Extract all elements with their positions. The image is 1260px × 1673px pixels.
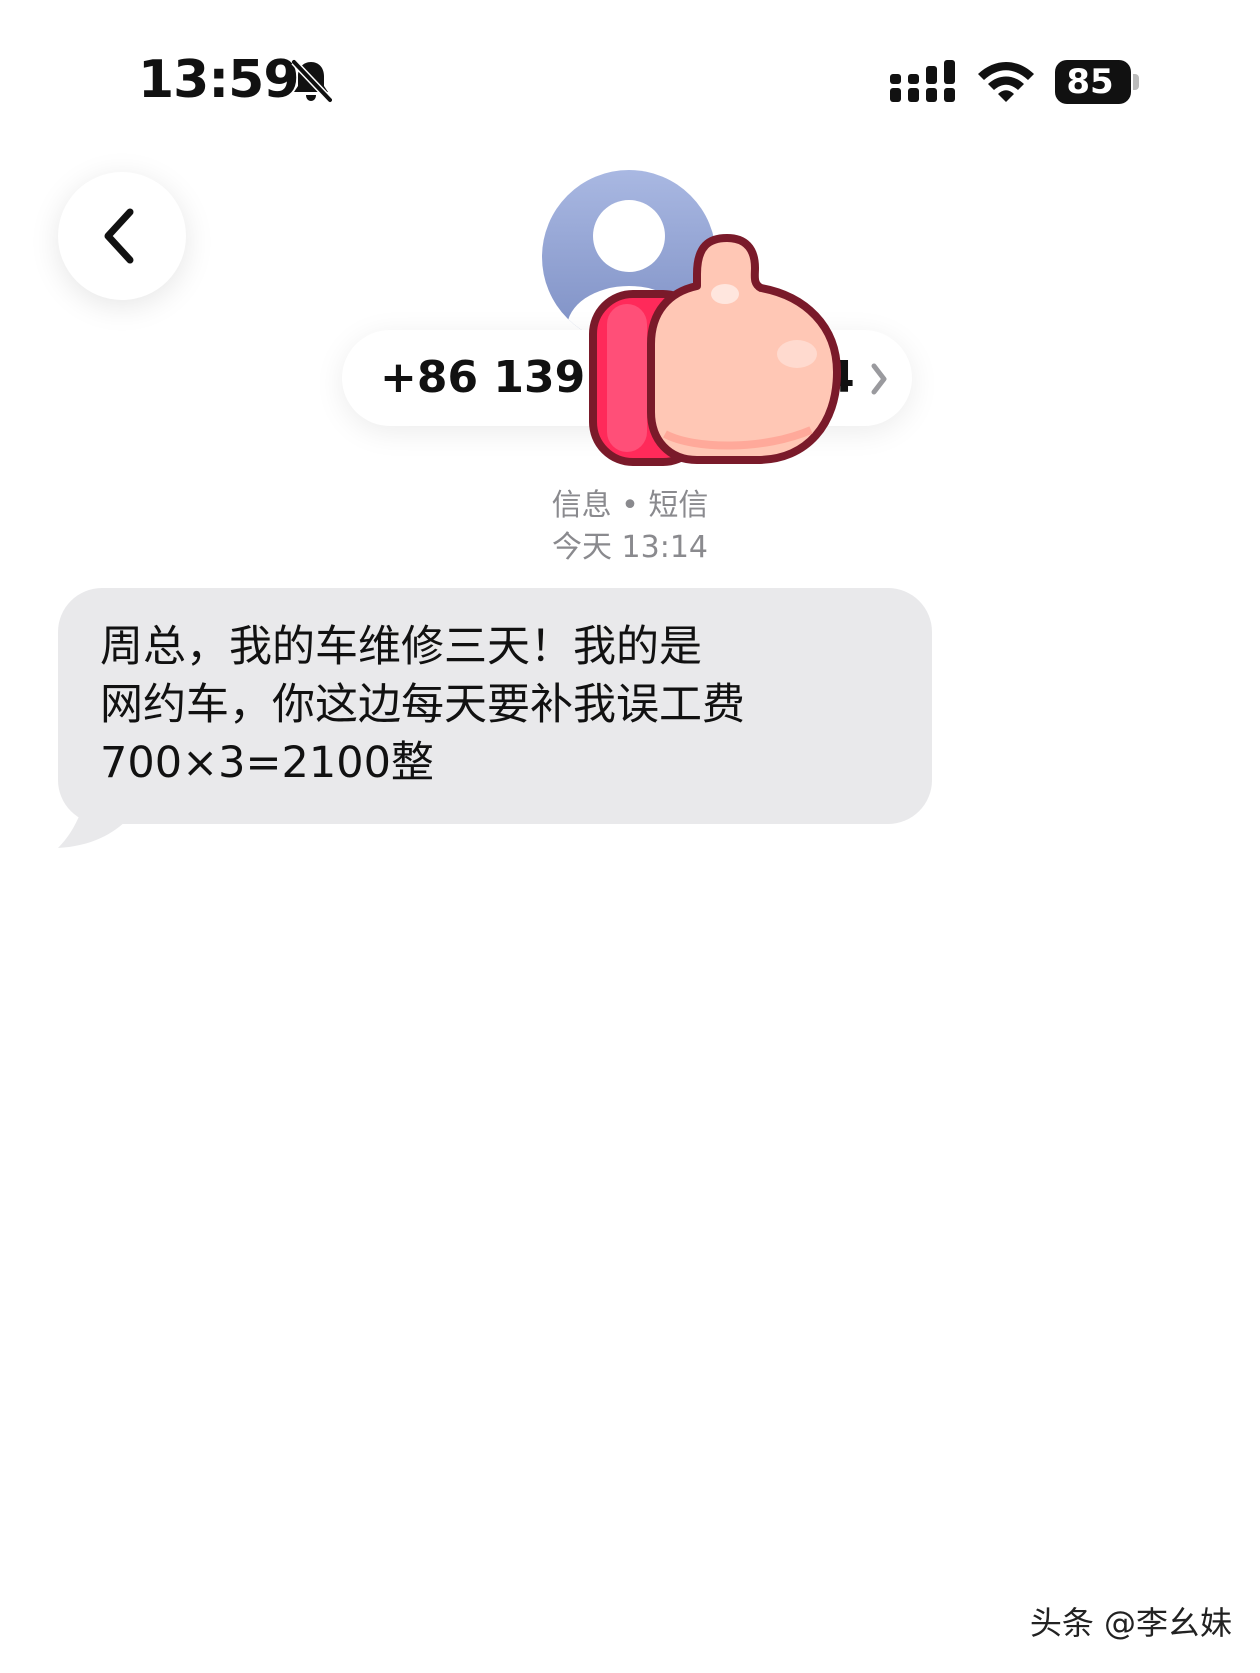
battery-cap — [1133, 74, 1139, 90]
chevron-right-icon — [871, 363, 887, 395]
cellular-signal-icon — [890, 60, 955, 102]
message-bubble-incoming[interactable]: 周总，我的车维修三天！我的是 网约车，你这边每天要补我误工费 700×3=210… — [58, 588, 932, 824]
battery-indicator: 85 — [1055, 60, 1139, 104]
messages-screen: 13:59 85 +86 139 信息 • 短信 今天 13:14 周总，我的车… — [0, 0, 1260, 1673]
contact-number: +86 139 — [380, 352, 586, 403]
chevron-left-icon — [104, 208, 134, 264]
status-time: 13:59 — [138, 50, 300, 110]
back-button[interactable] — [58, 172, 186, 300]
watermark: 头条 @李幺妹 — [1029, 1604, 1232, 1642]
battery-level: 85 — [1066, 62, 1114, 102]
conversation-channel-label: 信息 • 短信 — [551, 488, 709, 523]
conversation-timestamp: 今天 13:14 — [552, 530, 708, 565]
bell-slash-icon — [291, 59, 332, 103]
thumbs-up-icon — [589, 234, 841, 466]
message-text: 周总，我的车维修三天！我的是 网约车，你这边每天要补我误工费 700×3=210… — [100, 622, 745, 788]
wifi-icon — [978, 62, 1034, 102]
